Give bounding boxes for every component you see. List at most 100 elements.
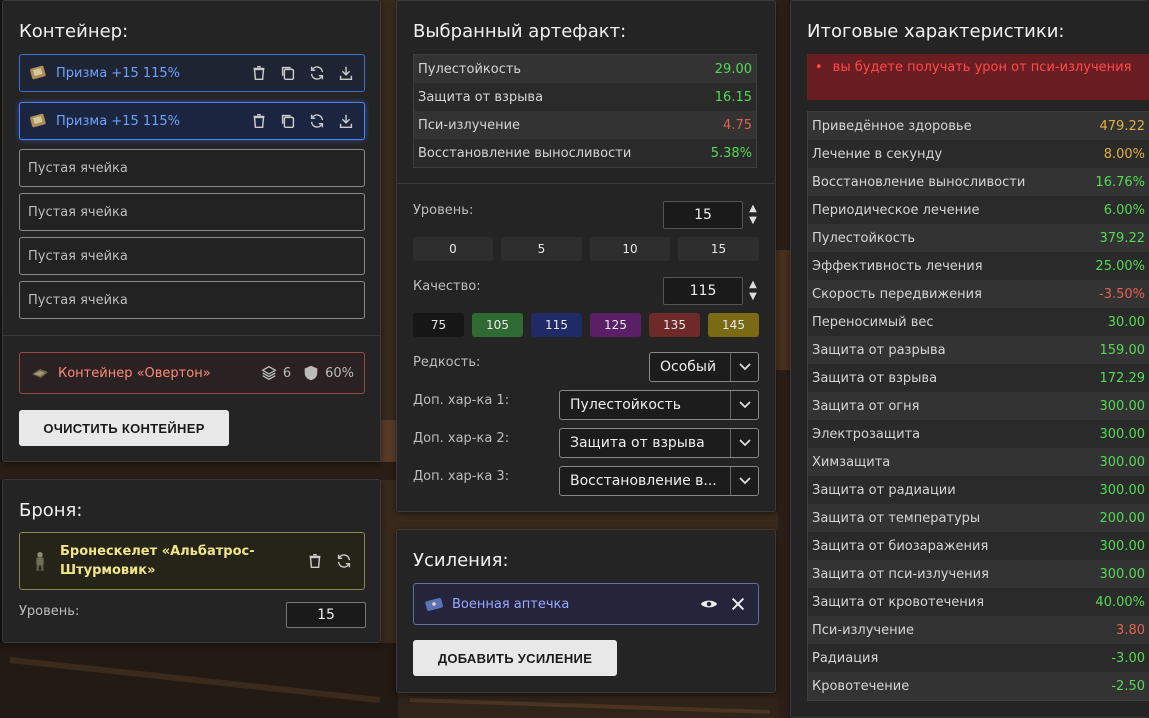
result-value: 300.00 (1099, 426, 1146, 442)
level-preset-15[interactable]: 15 (678, 237, 759, 261)
swap-icon[interactable] (307, 111, 327, 131)
result-value: 25.00% (1095, 258, 1145, 274)
quality-preset-115[interactable]: 115 (531, 313, 582, 337)
result-label: Защита от радиации (812, 482, 956, 498)
result-row: Радиация -3.00 (808, 644, 1149, 672)
quality-spinner-down[interactable]: ▼ (747, 291, 759, 303)
swap-icon[interactable] (307, 63, 327, 83)
stat-label: Защита от взрыва (418, 89, 544, 105)
armor-item[interactable]: Бронескелет «Альбатрос-Штурмовик» (19, 532, 365, 590)
result-value: 8.00% (1103, 146, 1145, 162)
extra2-select[interactable]: Защита от взрыва (559, 428, 759, 458)
result-label: Защита от кровотечения (812, 594, 985, 610)
stat-label: Пулестойкость (418, 61, 522, 77)
result-value: 300.00 (1099, 398, 1146, 414)
container-slot-4[interactable]: Пустая ячейка (19, 193, 365, 231)
results-table: Приведённое здоровье 479.22 Лечение в секу… (807, 111, 1149, 701)
result-row: Защита от биозаражения 300.00 (808, 532, 1149, 560)
result-label: Кровотечение (812, 678, 910, 694)
container-slot-3[interactable]: Пустая ячейка (19, 149, 365, 187)
stat-label: Пси-излучение (418, 117, 521, 133)
result-row: Защита от огня 300.00 (808, 392, 1149, 420)
close-icon[interactable] (728, 594, 748, 614)
quality-preset-75[interactable]: 75 (413, 313, 464, 337)
stat-row: Пулестойкость 29.00 (414, 55, 756, 83)
result-value: 379.22 (1099, 230, 1146, 246)
boost-item[interactable]: Военная аптечка (413, 583, 759, 625)
extra3-value: Восстановление в... (570, 473, 717, 489)
result-label: Электрозащита (812, 426, 921, 442)
result-value: 300.00 (1099, 454, 1146, 470)
result-label: Переносимый вес (812, 314, 934, 330)
result-label: Пулестойкость (812, 230, 916, 246)
container-slot-1[interactable]: Призма +15 115% (19, 54, 365, 92)
clear-container-button[interactable]: ОЧИСТИТЬ КОНТЕЙНЕР (19, 410, 229, 446)
download-icon[interactable] (336, 111, 356, 131)
container-slot-6[interactable]: Пустая ячейка (19, 281, 365, 319)
result-label: Защита от биозаражения (812, 538, 989, 554)
result-row: Пулестойкость 379.22 (808, 224, 1149, 252)
extra2-label: Доп. хар-ка 2: (413, 431, 510, 446)
layers-icon (259, 363, 279, 383)
quality-preset-125[interactable]: 125 (590, 313, 641, 337)
quality-preset-145[interactable]: 145 (708, 313, 759, 337)
prism-artifact-icon (28, 63, 48, 83)
armor-level-input[interactable]: 15 (286, 602, 366, 628)
artifact-stats-table: Пулестойкость 29.00 Защита от взрыва 16.15… (413, 54, 757, 168)
quality-preset-135[interactable]: 135 (649, 313, 700, 337)
trash-icon[interactable] (305, 551, 325, 571)
level-preset-5[interactable]: 5 (501, 237, 582, 261)
container-slot-5[interactable]: Пустая ячейка (19, 237, 365, 275)
add-boost-button[interactable]: ДОБАВИТЬ УСИЛЕНИЕ (413, 640, 617, 676)
swap-icon[interactable] (334, 551, 354, 571)
armor-name: Бронескелет «Альбатрос-Штурмовик» (60, 544, 255, 578)
result-value: 300.00 (1099, 566, 1146, 582)
extra1-select[interactable]: Пулестойкость (559, 390, 759, 420)
rarity-select[interactable]: Особый (649, 352, 759, 382)
stat-value: 16.15 (714, 89, 752, 105)
copy-icon[interactable] (278, 111, 298, 131)
result-row: Восстановление выносливости 16.76% (808, 168, 1149, 196)
result-value: 3.80 (1116, 622, 1145, 638)
quality-spinner-up[interactable]: ▲ (747, 279, 759, 291)
trash-icon[interactable] (249, 63, 269, 83)
medkit-icon (424, 594, 444, 614)
result-label: Восстановление выносливости (812, 174, 1026, 190)
result-value: 40.00% (1095, 594, 1145, 610)
level-preset-10[interactable]: 10 (590, 237, 670, 261)
level-label: Уровень: (413, 203, 474, 218)
download-icon[interactable] (336, 63, 356, 83)
stat-row: Защита от взрыва 16.15 (414, 83, 756, 111)
result-value: 300.00 (1099, 538, 1146, 554)
stat-value: 4.75 (723, 117, 752, 133)
level-spinner-down[interactable]: ▼ (747, 215, 759, 227)
result-row: Защита от разрыва 159.00 (808, 336, 1149, 364)
level-input[interactable]: 15 (663, 201, 743, 229)
extra3-label: Доп. хар-ка 3: (413, 469, 510, 484)
container-slot-2[interactable]: Призма +15 115% (19, 102, 365, 140)
results-title: Итоговые характеристики: (807, 21, 1065, 42)
result-value: -3.50% (1099, 286, 1145, 302)
warning-bullet: • (815, 60, 823, 75)
container-item[interactable]: Контейнер «Овертон» 6 60% (19, 352, 365, 394)
quality-preset-105[interactable]: 105 (472, 313, 523, 337)
trash-icon[interactable] (249, 111, 269, 131)
armor-level-label: Уровень: (19, 604, 80, 619)
container-name: Контейнер «Овертон» (58, 365, 211, 381)
prism-artifact-icon (28, 111, 48, 131)
stat-value: 5.38% (710, 145, 752, 161)
level-spinner-up[interactable]: ▲ (747, 203, 759, 215)
results-panel: Итоговые характеристики: • вы будете полу… (790, 0, 1149, 718)
copy-icon[interactable] (278, 63, 298, 83)
stat-value: 29.00 (714, 61, 752, 77)
level-preset-0[interactable]: 0 (413, 237, 493, 261)
container-protection-stat: 60% (301, 363, 354, 383)
result-label: Периодическое лечение (812, 202, 980, 218)
boost-name: Военная аптечка (452, 596, 570, 612)
divider (3, 335, 380, 336)
extra3-select[interactable]: Восстановление в... (559, 466, 759, 496)
eye-icon[interactable] (699, 594, 719, 614)
result-row: Электрозащита 300.00 (808, 420, 1149, 448)
quality-input[interactable]: 115 (663, 277, 743, 305)
warning-box: • вы будете получать урон от пси-излучени… (807, 54, 1149, 100)
